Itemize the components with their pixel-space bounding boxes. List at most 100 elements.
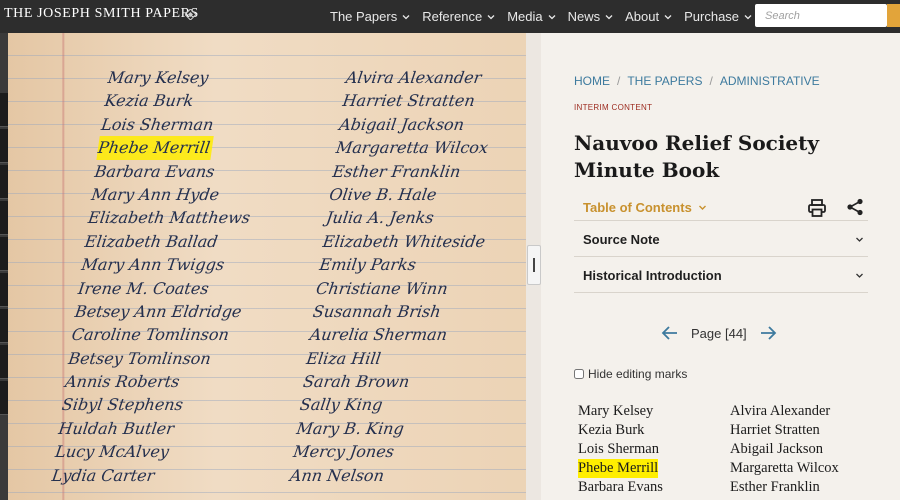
nav-about[interactable]: About: [625, 9, 672, 24]
handwritten-name: Irene M. Coates: [77, 278, 211, 298]
table-of-contents-toggle[interactable]: Table of Contents: [583, 200, 707, 215]
handwritten-name: Elizabeth Ballad: [83, 231, 220, 251]
transcript-column-right: Alvira Alexander Harriet Stratten Abigai…: [730, 402, 839, 497]
handwritten-name: Lucy McAlvey: [54, 442, 171, 462]
toc-toolbar: Table of Contents: [574, 194, 868, 221]
page-number: Page [44]: [691, 325, 747, 341]
chevron-down-icon: [548, 14, 556, 19]
viewer-tool-button[interactable]: [0, 381, 8, 415]
nav-purchase[interactable]: Purchase: [684, 9, 752, 24]
historical-introduction-accordion[interactable]: Historical Introduction: [574, 257, 868, 293]
search-box: [755, 4, 900, 27]
viewer-tool-button[interactable]: [0, 93, 8, 127]
handwritten-name: Sarah Brown: [301, 372, 411, 392]
breadcrumb-home[interactable]: HOME: [574, 74, 610, 88]
handwritten-name: Betsey Tomlinson: [67, 348, 213, 368]
chevron-down-icon: [698, 205, 706, 210]
chevron-down-icon: [744, 14, 752, 19]
hide-editing-marks-option[interactable]: Hide editing marks: [574, 367, 687, 381]
nav-label: News: [567, 9, 601, 24]
document-panel: HOME / THE PAPERS / ADMINISTRATIVE INTERIM C…: [541, 33, 900, 500]
handwritten-name: Emily Parks: [318, 255, 418, 275]
handwritten-name: Caroline Tomlinson: [70, 325, 231, 345]
print-icon[interactable]: [807, 198, 827, 218]
nav-label: About: [625, 9, 660, 24]
handwritten-name: Harriet Stratten: [341, 91, 477, 111]
toc-label: Table of Contents: [583, 200, 692, 215]
handwritten-name: Sibyl Stephens: [60, 395, 185, 415]
nav-reference[interactable]: Reference: [422, 9, 495, 24]
viewer-tool-button[interactable]: [0, 165, 8, 199]
main-nav: The Papers Reference Media News About Pu…: [330, 0, 764, 33]
breadcrumb-administrative[interactable]: ADMINISTRATIVE: [720, 74, 820, 88]
diamond-ornament-icon: [185, 9, 196, 20]
nav-label: Media: [507, 9, 543, 24]
hide-editing-marks-label: Hide editing marks: [588, 367, 688, 381]
chevron-down-icon: [856, 273, 863, 278]
handwritten-name: Lydia Carter: [50, 465, 156, 485]
share-icon[interactable]: [846, 198, 864, 216]
handwritten-name: Eliza Hill: [305, 348, 383, 368]
handwritten-name: Olive B. Hale: [328, 184, 438, 204]
search-button[interactable]: [887, 4, 900, 27]
transcript-name: Esther Franklin: [730, 479, 820, 495]
chevron-down-icon: [487, 14, 495, 19]
handwritten-name: Mary Ann Twiggs: [80, 255, 226, 275]
top-navigation-bar: THE JOSEPH SMITH PAPERS The Papers Refer…: [0, 0, 900, 33]
page-title: Nauvoo Relief Society Minute Book: [574, 131, 820, 182]
chevron-down-icon: [605, 14, 613, 19]
viewer-tool-button[interactable]: [0, 237, 8, 271]
transcript-name: Abigail Jackson: [730, 441, 824, 457]
source-note-accordion[interactable]: Source Note: [574, 221, 868, 257]
hide-editing-marks-checkbox[interactable]: [574, 369, 584, 379]
viewer-tool-button[interactable]: [0, 309, 8, 343]
handwritten-name: Sally King: [298, 395, 384, 415]
handwritten-name: Mary Ann Hyde: [90, 184, 221, 204]
handwritten-name: Alvira Alexander: [344, 68, 483, 87]
handwritten-name: Aurelia Sherman: [308, 325, 449, 345]
viewer-tool-button[interactable]: [0, 273, 8, 307]
handwritten-name: Julia A. Jenks: [324, 208, 435, 228]
transcript-name: Harriet Stratten: [730, 422, 820, 438]
chevron-down-icon: [664, 14, 672, 19]
handwriting-column-right: Alvira Alexander Harriet Stratten Abigai…: [288, 66, 509, 487]
arrow-left-icon[interactable]: [661, 325, 679, 341]
viewer-tool-button[interactable]: [0, 201, 8, 235]
nav-label: Reference: [422, 9, 483, 24]
breadcrumb-the-papers[interactable]: THE PAPERS: [627, 74, 702, 88]
handwritten-name: Mercy Jones: [292, 442, 396, 462]
handwritten-name: Christiane Winn: [315, 278, 450, 298]
accordion-label: Source Note: [583, 232, 660, 247]
handwritten-name: Mary B. King: [295, 418, 406, 438]
nav-news[interactable]: News: [568, 9, 614, 24]
breadcrumb: HOME / THE PAPERS / ADMINISTRATIVE: [574, 74, 820, 88]
handwritten-name: Esther Franklin: [331, 161, 462, 181]
transcript-name: Barbara Evans: [578, 479, 663, 495]
handwritten-name: Abigail Jackson: [338, 114, 466, 134]
nav-media[interactable]: Media: [507, 9, 556, 24]
handwritten-name: Betsey Ann Eldridge: [73, 301, 243, 321]
nav-label: The Papers: [330, 9, 398, 24]
handwritten-name: Annis Roberts: [63, 372, 181, 392]
handwritten-name: Susannah Brish: [311, 301, 443, 321]
resize-handle[interactable]: [527, 245, 541, 285]
nav-the-papers[interactable]: The Papers: [330, 9, 410, 24]
manuscript-image-viewer[interactable]: Mary Kelsey Kezia Burk Lois Sherman Pheb…: [0, 33, 541, 500]
arrow-right-icon[interactable]: [759, 325, 777, 341]
handwritten-name: Mary Kelsey: [106, 68, 210, 87]
interim-content-label: INTERIM CONTENT: [574, 103, 653, 112]
handwritten-name: Elizabeth Whiteside: [321, 231, 487, 251]
search-input[interactable]: [755, 4, 887, 27]
page-navigator: Page [44]: [661, 322, 777, 344]
transcript-name: Lois Sherman: [578, 441, 659, 457]
viewer-tool-button[interactable]: [0, 345, 8, 379]
viewer-tool-button[interactable]: [0, 129, 8, 163]
site-logo-text[interactable]: THE JOSEPH SMITH PAPERS: [4, 6, 199, 22]
handwritten-name: Kezia Burk: [103, 91, 195, 111]
viewer-toolbar: [0, 33, 8, 500]
chevron-down-icon: [856, 237, 863, 242]
handwritten-name: Ann Nelson: [288, 465, 386, 485]
handwritten-name: Lois Sherman: [100, 114, 215, 134]
handwritten-name: Elizabeth Matthews: [86, 208, 252, 228]
transcript-column-left: Mary Kelsey Kezia Burk Lois Sherman Pheb…: [578, 402, 663, 497]
